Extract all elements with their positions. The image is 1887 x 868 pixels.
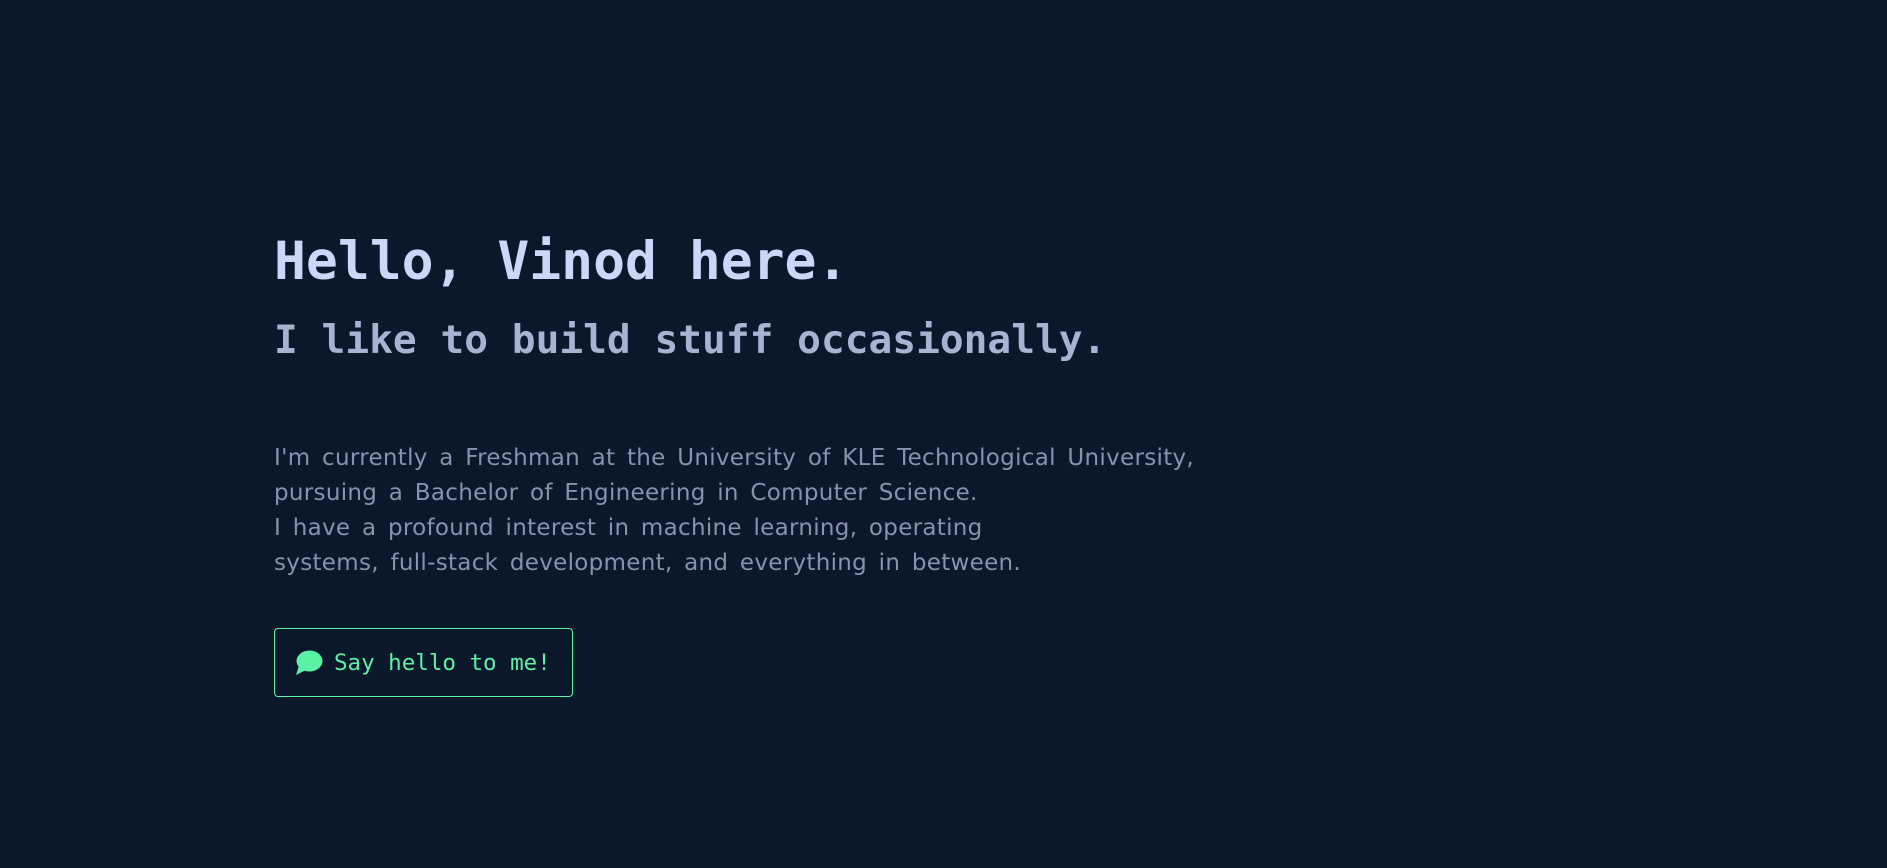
- say-hello-button[interactable]: Say hello to me!: [274, 628, 573, 697]
- bio-paragraph: I'm currently a Freshman at the Universi…: [274, 441, 1374, 581]
- bio-line: pursuing a Bachelor of Engineering in Co…: [274, 480, 978, 506]
- bio-line: systems, full-stack development, and eve…: [274, 550, 1022, 576]
- greeting-heading: Hello, Vinod here.: [274, 231, 849, 292]
- hero-section: Hello, Vinod here. I like to build stuff…: [274, 0, 1574, 868]
- speech-bubble-icon: [295, 650, 323, 676]
- say-hello-label: Say hello to me!: [334, 649, 551, 676]
- tagline-heading: I like to build stuff occasionally.: [274, 317, 1107, 363]
- bio-line: I'm currently a Freshman at the Universi…: [274, 445, 1195, 471]
- bio-line: I have a profound interest in machine le…: [274, 515, 983, 541]
